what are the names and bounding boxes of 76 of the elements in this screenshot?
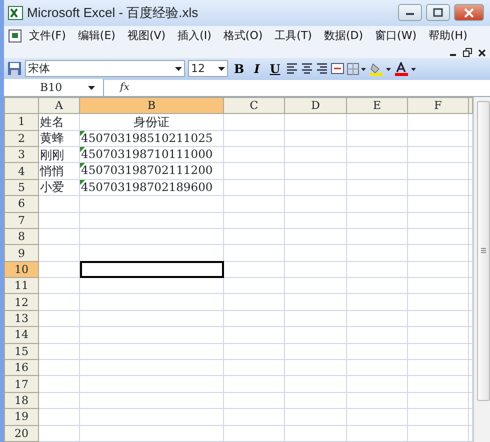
row-header[interactable]: 12: [4, 294, 38, 310]
menu-item[interactable]: 帮助(H): [422, 28, 474, 45]
scrollbar-thumb[interactable]: [477, 100, 490, 401]
close-button[interactable]: [454, 4, 484, 22]
borders-icon[interactable]: [347, 62, 368, 75]
menu-item[interactable]: 编辑(E): [72, 28, 122, 45]
table-cell[interactable]: 450703198710111000: [80, 146, 224, 163]
row-header[interactable]: 11: [4, 278, 38, 294]
table-cell[interactable]: 450703198702189600: [80, 179, 224, 196]
caret-icon: [175, 66, 182, 71]
row-header[interactable]: 3: [4, 146, 38, 163]
name-box[interactable]: B10: [4, 79, 104, 96]
table-cell[interactable]: 悄悄: [38, 162, 80, 180]
menu-item[interactable]: 数据(D): [318, 28, 370, 45]
row-header[interactable]: 9: [4, 244, 38, 262]
column-header[interactable]: A: [38, 97, 80, 114]
window-title: Microsoft Excel - 百度经验.xls: [27, 4, 200, 22]
row-header[interactable]: 13: [4, 310, 38, 327]
table-cell[interactable]: 450703198510211025: [80, 130, 224, 146]
menu-item[interactable]: 格式(O): [217, 28, 269, 45]
row-header[interactable]: 20: [4, 425, 38, 442]
menu-item[interactable]: 文件(F): [23, 28, 72, 45]
row-header[interactable]: 7: [4, 212, 38, 228]
function-label[interactable]: fx: [104, 80, 146, 96]
column-header[interactable]: E: [346, 97, 408, 114]
row-header[interactable]: 6: [4, 196, 38, 212]
excel-icon: [8, 6, 23, 20]
row-header[interactable]: 4: [4, 162, 38, 180]
table-cell[interactable]: 刚刚: [38, 146, 80, 163]
column-header[interactable]: F: [408, 97, 468, 114]
merge-center-icon[interactable]: [331, 63, 344, 74]
row-header[interactable]: 2: [4, 130, 38, 146]
row-header[interactable]: 17: [4, 376, 38, 392]
row-header[interactable]: 10: [4, 261, 38, 278]
align-left-icon[interactable]: [286, 63, 298, 74]
column-header[interactable]: C: [224, 97, 284, 114]
workbook-icon[interactable]: [7, 28, 23, 44]
menu-item[interactable]: 窗口(W): [369, 28, 422, 45]
maximize-icon: [433, 8, 443, 18]
restore-icon[interactable]: [463, 48, 472, 58]
table-cell[interactable]: 450703198702111200: [80, 162, 224, 180]
save-icon[interactable]: [7, 61, 22, 76]
minimize-button[interactable]: [398, 4, 422, 22]
table-cell[interactable]: 小爱: [38, 179, 80, 196]
row-header[interactable]: 1: [4, 114, 38, 130]
underline-button[interactable]: U: [266, 62, 284, 75]
font-dropdown[interactable]: 宋体: [25, 60, 185, 78]
menu-item[interactable]: 视图(V): [121, 28, 172, 45]
row-header[interactable]: 18: [4, 392, 38, 409]
row-header[interactable]: 16: [4, 360, 38, 376]
selected-cell[interactable]: [80, 261, 224, 278]
bold-button[interactable]: B: [231, 62, 248, 75]
close-icon: [464, 8, 474, 18]
italic-button[interactable]: I: [251, 62, 263, 75]
maximize-button[interactable]: [426, 4, 450, 22]
align-right-icon[interactable]: [316, 63, 328, 74]
row-header[interactable]: 14: [4, 326, 38, 344]
fill-color-icon[interactable]: [370, 62, 392, 76]
table-cell[interactable]: 姓名: [38, 114, 80, 130]
row-header[interactable]: 15: [4, 343, 38, 360]
cell[interactable]: [38, 261, 80, 278]
menu-item[interactable]: 工具(T): [268, 28, 318, 45]
close-icon[interactable]: [478, 48, 486, 57]
row-header[interactable]: 5: [4, 179, 38, 196]
caret-icon: [218, 66, 225, 71]
font-size-dropdown[interactable]: 12: [188, 60, 228, 78]
column-header[interactable]: B: [80, 97, 224, 114]
caret-icon: [88, 86, 95, 90]
menu-item[interactable]: 插入(I): [172, 28, 218, 45]
row-header[interactable]: 19: [4, 408, 38, 426]
table-cell[interactable]: 身份证: [80, 114, 224, 130]
table-cell[interactable]: 黄蜂: [38, 130, 80, 146]
column-header[interactable]: D: [284, 97, 346, 114]
font-color-icon[interactable]: [395, 62, 418, 76]
row-header[interactable]: 8: [4, 228, 38, 245]
align-center-icon[interactable]: [301, 63, 314, 74]
